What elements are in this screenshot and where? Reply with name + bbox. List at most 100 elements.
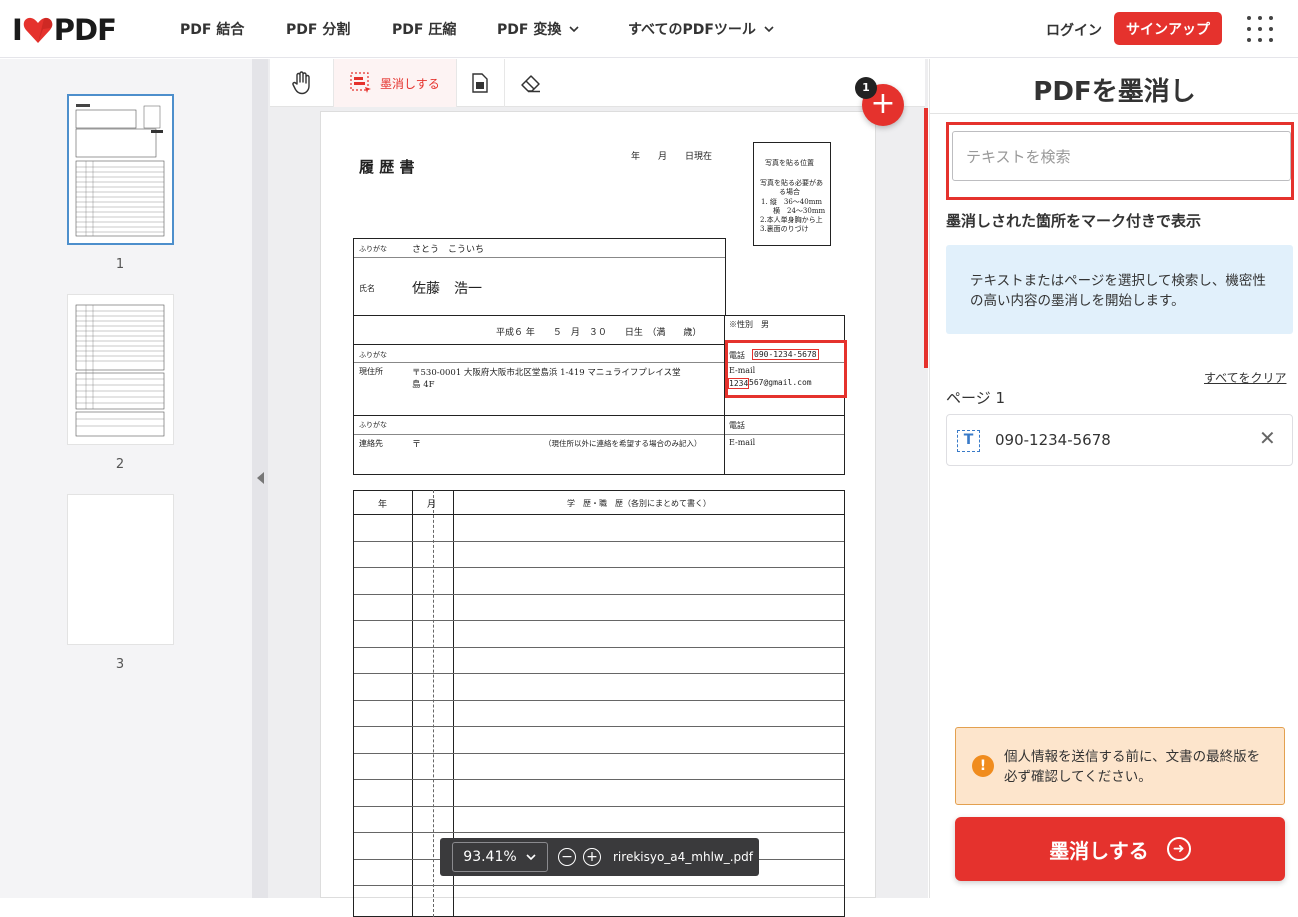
photo-line: 3.裏面のりづけ xyxy=(760,225,809,233)
pdf-viewer: 墨消しする 履 歴 書 年 月 日現在 写真を貼る位置 写真を貼る必要があ る場… xyxy=(268,59,928,917)
redact-page-button[interactable] xyxy=(457,59,505,107)
file-name: rirekisyo_a4_mhlw_.pdf xyxy=(613,850,754,864)
warning-box: ! 個人情報を送信する前に、文書の最終版を必ず確認してください。 xyxy=(955,727,1285,805)
phone-label: 電話 xyxy=(729,421,745,430)
hand-icon xyxy=(291,71,310,95)
heart-icon xyxy=(23,17,53,43)
history-row-line xyxy=(354,567,844,568)
photo-title: 写真を貼る位置 xyxy=(765,159,814,167)
page-group-label: ページ 1 xyxy=(946,389,1006,407)
search-highlight-box xyxy=(725,340,847,398)
login-link[interactable]: ログイン xyxy=(1046,20,1102,40)
birth-date: 平成６ 年 ５ 月 ３０ 日生 （満 歳） xyxy=(496,328,702,338)
minus-icon: − xyxy=(561,849,573,865)
nav-split[interactable]: PDF 分割 xyxy=(286,19,350,39)
zoom-bar: 93.41% − + rirekisyo_a4_mhlw_.pdf xyxy=(440,838,759,876)
address-value: 〒530-0001 大阪府大阪市北区堂島浜 1-419 マニュライフプレイス堂 xyxy=(412,368,681,378)
thumbnail-preview xyxy=(75,104,165,237)
furigana-label: ふりがな xyxy=(359,351,387,359)
page-thumbnail-2[interactable] xyxy=(67,294,174,445)
text-type-icon: T xyxy=(957,430,980,452)
arrow-right-icon: ➜ xyxy=(1166,837,1191,861)
nav-all-tools-label: すべてのPDFツール xyxy=(628,22,756,38)
history-row-line xyxy=(354,832,844,833)
top-header: I PDF PDF 結合 PDF 分割 PDF 圧縮 PDF 変換 すべてのPD… xyxy=(0,0,1298,58)
redact-submit-button[interactable]: 墨消しする ➜ xyxy=(955,817,1285,881)
nav-all-tools[interactable]: すべてのPDFツール xyxy=(628,19,776,39)
sidebar-collapse-bar[interactable] xyxy=(252,59,268,898)
address-value-line2: 島 4F xyxy=(412,380,435,390)
info-box: テキストまたはページを選択して検索し、機密性の高い内容の墨消しを開始します。 xyxy=(946,245,1293,334)
zoom-in-button[interactable]: + xyxy=(583,848,601,866)
redact-tool-button[interactable]: 墨消しする xyxy=(334,59,457,107)
redact-button-label: 墨消しする xyxy=(1049,838,1149,863)
history-row-line xyxy=(354,885,844,886)
plus-icon: + xyxy=(586,849,598,865)
thumbnail-preview xyxy=(75,304,165,437)
name-value: 佐藤 浩一 xyxy=(412,281,482,297)
zoom-out-button[interactable]: − xyxy=(558,848,576,866)
scroll-indicator[interactable] xyxy=(924,108,928,368)
history-row-line xyxy=(354,514,844,515)
resume-title: 履 歴 書 xyxy=(359,158,415,176)
thumbnail-number-1: 1 xyxy=(115,257,125,272)
nav-merge[interactable]: PDF 結合 xyxy=(180,19,244,39)
nav-convert-label: PDF 変換 xyxy=(497,22,562,38)
clear-all-link[interactable]: すべてをクリア xyxy=(1204,369,1286,386)
chevron-down-icon xyxy=(569,26,579,33)
name-box xyxy=(353,238,726,316)
page-thumbnail-1[interactable] xyxy=(67,94,174,245)
page-redact-icon xyxy=(472,73,488,93)
warning-icon: ! xyxy=(972,755,994,777)
contact-note: （現住所以外に連絡を希望する場合のみ記入） xyxy=(544,439,702,448)
redaction-entry[interactable]: T 090-1234-5678 ✕ xyxy=(946,414,1293,466)
search-highlight: テキストを検索 xyxy=(946,122,1294,200)
hand-tool-button[interactable] xyxy=(270,59,334,107)
apps-grid-icon[interactable] xyxy=(1247,16,1273,42)
email-label: E-mail xyxy=(729,438,756,447)
close-icon[interactable]: ✕ xyxy=(1259,426,1276,450)
history-year-header: 年 xyxy=(378,500,388,510)
panel-title: PDFを墨消し xyxy=(1033,77,1196,107)
page-thumbnail-3[interactable] xyxy=(67,494,174,645)
pdf-page[interactable]: 履 歴 書 年 月 日現在 写真を貼る位置 写真を貼る必要があ る場合 1. 縦… xyxy=(320,111,876,917)
history-row-line xyxy=(354,805,844,807)
history-row-line xyxy=(354,646,844,648)
history-row-line xyxy=(354,779,844,780)
eraser-button[interactable] xyxy=(505,59,557,107)
history-title-header: 学 歴・職 歴（各別にまとめて書く） xyxy=(567,499,711,508)
gender: ※性別 男 xyxy=(729,320,769,329)
ilovepdf-logo[interactable]: I PDF xyxy=(12,13,117,47)
redact-area-icon xyxy=(350,72,371,93)
history-row-line xyxy=(354,593,844,595)
redaction-entry-text: 090-1234-5678 xyxy=(995,431,1111,449)
history-row-line xyxy=(354,699,844,701)
furigana-label: ふりがな xyxy=(359,421,387,429)
zoom-select[interactable]: 93.41% xyxy=(452,842,548,872)
collapse-left-icon xyxy=(257,472,264,484)
history-row-line xyxy=(354,673,844,674)
nav-compress[interactable]: PDF 圧縮 xyxy=(392,19,456,39)
redact-options-panel: PDFを墨消し テキストを検索 墨消しされた箇所をマーク付きで表示 テキストまた… xyxy=(929,59,1298,898)
logo-pdf: PDF xyxy=(53,13,117,47)
date-header: 年 月 日現在 xyxy=(631,152,713,162)
logo-i: I xyxy=(12,13,23,47)
furigana-value: さとう こういち xyxy=(412,245,485,255)
furigana-label: ふりがな xyxy=(359,245,387,253)
warning-text: 個人情報を送信する前に、文書の最終版を必ず確認してください。 xyxy=(1004,749,1261,785)
thumbnail-number-3: 3 xyxy=(115,657,125,672)
zoom-value: 93.41% xyxy=(463,849,517,865)
thumbnail-number-2: 2 xyxy=(115,457,125,472)
file-count-badge: 1 xyxy=(855,77,877,99)
nav-convert[interactable]: PDF 変換 xyxy=(497,19,581,39)
redact-tool-label: 墨消しする xyxy=(380,76,440,91)
history-row-line xyxy=(354,726,844,727)
signup-button[interactable]: サインアップ xyxy=(1114,12,1222,45)
contact-zip: 〒 xyxy=(412,440,422,450)
history-row-line xyxy=(354,540,844,542)
name-label: 氏名 xyxy=(359,284,375,293)
search-input[interactable]: テキストを検索 xyxy=(952,131,1291,181)
chevron-down-icon xyxy=(526,854,536,861)
section-subtitle: 墨消しされた箇所をマーク付きで表示 xyxy=(946,212,1202,230)
history-row-line xyxy=(354,620,844,621)
